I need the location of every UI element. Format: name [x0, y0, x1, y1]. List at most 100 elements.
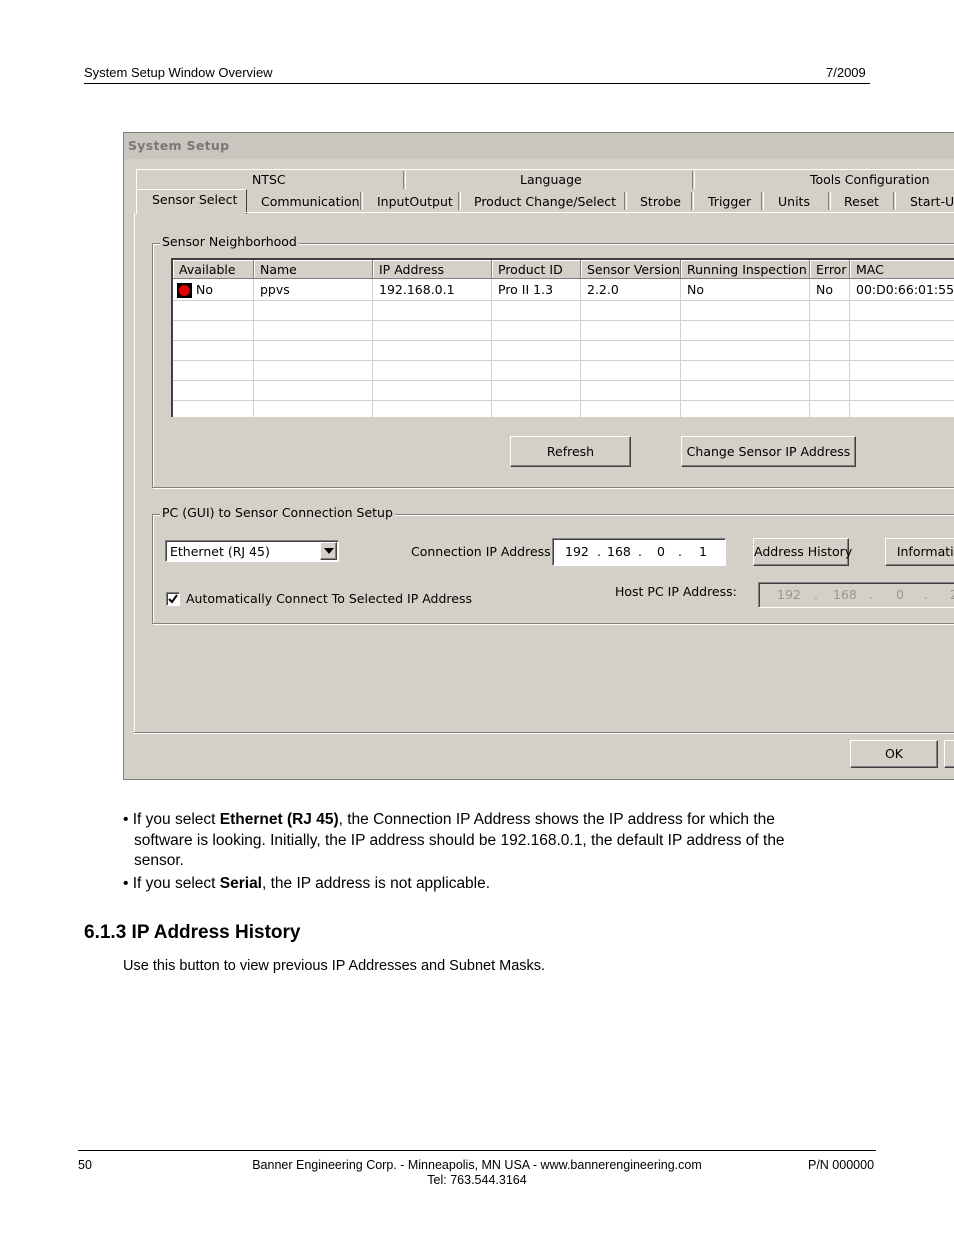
ip-dot: .	[638, 544, 642, 559]
interface-select-value: Ethernet (RJ 45)	[170, 544, 270, 559]
tab-separator	[761, 192, 764, 210]
cell-name: ppvs	[260, 282, 290, 297]
sensor-neighborhood-legend: Sensor Neighborhood	[160, 234, 299, 249]
column-header-available[interactable]: Available	[173, 260, 254, 279]
column-header-sensor-version[interactable]: Sensor Version	[581, 260, 681, 279]
column-header-ip-address[interactable]: IP Address	[373, 260, 492, 279]
tab-separator	[692, 171, 695, 189]
dropdown-button[interactable]	[320, 542, 337, 560]
bullet-dot: •	[123, 811, 129, 828]
column-header-error[interactable]: Error	[810, 260, 850, 279]
bullet-ethernet-line3: sensor.	[134, 852, 184, 869]
connection-setup-legend: PC (GUI) to Sensor Connection Setup	[160, 505, 395, 520]
footer-phone: Tel: 763.544.3164	[427, 1173, 527, 1187]
cell-error: No	[816, 282, 833, 297]
tab-page-edge	[134, 213, 135, 733]
grid-line	[173, 340, 954, 341]
host-ip-field: 192 . 168 . 0 . 2	[758, 582, 954, 608]
bullet-ethernet: • If you select Ethernet (RJ 45), the Co…	[123, 811, 775, 828]
tab-trigger[interactable]: Trigger	[708, 192, 751, 211]
ip-dot: .	[814, 587, 818, 602]
ip-octet-1: 192	[565, 544, 589, 559]
host-ip-octet-1: 192	[777, 587, 801, 602]
bold-ethernet: Ethernet (RJ 45)	[219, 811, 339, 828]
header-rule	[84, 83, 870, 84]
window-title: System Setup	[128, 138, 230, 153]
information-button[interactable]: Information	[885, 538, 954, 566]
column-header-name[interactable]: Name	[254, 260, 373, 279]
bullet-dot: •	[123, 875, 129, 892]
tab-inputoutput[interactable]: InputOutput	[377, 192, 453, 211]
footer-rule	[78, 1150, 876, 1151]
host-ip-octet-2: 168	[833, 587, 857, 602]
connection-ip-input[interactable]: 192 . 168 . 0 . 1	[552, 538, 726, 566]
column-header-mac[interactable]: MAC	[850, 260, 954, 279]
cell-available: No	[196, 282, 213, 297]
cell-product-id: Pro II 1.3	[498, 282, 554, 297]
cancel-button[interactable]	[944, 740, 954, 768]
tab-separator	[458, 192, 461, 210]
grid-line	[173, 360, 954, 361]
tab-separator	[893, 192, 896, 210]
tab-sensor-select[interactable]: Sensor Select	[152, 190, 237, 209]
tab-communication[interactable]: Communication	[261, 192, 360, 211]
tab-ntsc[interactable]: NTSC	[252, 170, 286, 189]
ip-octet-4: 1	[699, 544, 707, 559]
part-number: P/N 000000	[808, 1158, 875, 1172]
section-text: Use this button to view previous IP Addr…	[123, 958, 546, 974]
ip-dot: .	[924, 587, 928, 602]
auto-connect-label: Automatically Connect To Selected IP Add…	[186, 591, 473, 606]
tab-row2-baseline	[246, 212, 954, 213]
tab-tools-configuration[interactable]: Tools Configuration	[810, 170, 930, 189]
tab-units[interactable]: Units	[778, 192, 810, 211]
tab-page-bottom	[134, 732, 954, 734]
column-header-product-id[interactable]: Product ID	[492, 260, 581, 279]
host-ip-label: Host PC IP Address:	[615, 584, 737, 599]
tab-separator	[624, 192, 627, 210]
bold-serial: Serial	[219, 875, 262, 892]
refresh-button[interactable]: Refresh	[510, 436, 631, 467]
tab-separator	[691, 192, 694, 210]
section-heading: 6.1.3 IP Address History	[84, 922, 301, 943]
ip-dot: .	[869, 587, 873, 602]
bullet-serial: • If you select Serial, the IP address i…	[123, 875, 491, 892]
header-date: 7/2009	[826, 65, 866, 80]
ip-octet-3: 0	[657, 544, 665, 559]
column-header-running-inspection[interactable]: Running Inspection	[681, 260, 810, 279]
cell-running-inspection: No	[687, 282, 704, 297]
status-red-dot-icon	[177, 283, 192, 298]
checkmark-icon	[168, 594, 178, 604]
cell-sensor-version: 2.2.0	[587, 282, 619, 297]
tab-strobe[interactable]: Strobe	[640, 192, 681, 211]
tab-language[interactable]: Language	[520, 170, 582, 189]
tab-separator	[828, 192, 831, 210]
tab-separator	[360, 192, 363, 210]
ip-dot: .	[597, 544, 601, 559]
ip-octet-2: 168	[607, 544, 631, 559]
tab-reset[interactable]: Reset	[844, 192, 879, 211]
window-titlebar: System Setup	[124, 133, 954, 159]
change-sensor-ip-button[interactable]: Change Sensor IP Address	[681, 436, 856, 467]
auto-connect-checkbox[interactable]	[166, 592, 180, 606]
host-ip-octet-4: 2	[950, 587, 954, 602]
tab-product-change-select[interactable]: Product Change/Select	[474, 192, 616, 211]
grid-line	[173, 380, 954, 381]
sensor-table: Available Name IP Address Product ID Sen…	[171, 258, 954, 417]
address-history-button[interactable]: Address History	[753, 538, 852, 566]
tab-start-up[interactable]: Start-Up	[910, 192, 954, 211]
ip-dot: .	[678, 544, 682, 559]
tab-separator	[403, 171, 406, 189]
connection-ip-label: Connection IP Address	[411, 544, 551, 559]
cell-ip-address: 192.168.0.1	[379, 282, 455, 297]
tab-row1-left-edge	[136, 169, 137, 189]
grid-line	[173, 300, 954, 301]
system-setup-window: System Setup NTSC Language Tools Configu…	[123, 132, 954, 780]
bullet-ethernet-line2: software is looking. Initially, the IP a…	[134, 832, 785, 849]
grid-line	[173, 400, 954, 401]
ok-button[interactable]: OK	[850, 740, 938, 768]
host-ip-octet-3: 0	[896, 587, 904, 602]
grid-line	[173, 320, 954, 321]
interface-select[interactable]: Ethernet (RJ 45)	[165, 540, 339, 562]
header-title: System Setup Window Overview	[84, 65, 273, 80]
cell-mac: 00:D0:66:01:55:C	[856, 282, 954, 297]
